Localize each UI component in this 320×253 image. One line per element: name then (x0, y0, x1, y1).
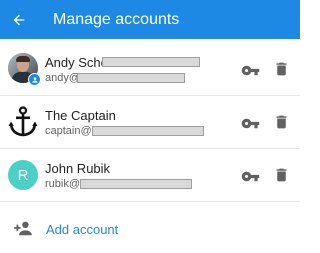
delete-button[interactable] (272, 165, 290, 185)
app-bar: Manage accounts (0, 0, 300, 39)
trash-icon (276, 62, 286, 76)
add-person-icon (14, 221, 32, 236)
key-icon (241, 65, 259, 75)
account-email: captain@ (45, 125, 92, 137)
account-row-captain[interactable]: The Captain captain@ (0, 96, 300, 149)
redacted-email (80, 179, 192, 189)
arrow-left-icon (13, 14, 25, 25)
account-name: John Rubik (45, 161, 111, 176)
page-title: Manage accounts (53, 10, 180, 28)
key-button[interactable] (240, 60, 260, 80)
back-button[interactable] (0, 0, 38, 39)
account-email: andy@ (45, 72, 81, 84)
account-email: rubik@ (45, 178, 81, 190)
redacted-email (77, 73, 185, 83)
account-name: The Captain (45, 108, 116, 123)
delete-button[interactable] (272, 112, 290, 132)
trash-icon (276, 115, 286, 129)
person-badge-icon (28, 73, 41, 86)
account-row-andy[interactable]: Andy Scher andy@ (0, 43, 300, 96)
avatar (8, 106, 38, 138)
avatar (8, 53, 41, 86)
anchor-icon (8, 106, 38, 137)
trash-icon (276, 168, 286, 182)
account-row-rubik[interactable]: R John Rubik rubik@ (0, 149, 300, 202)
delete-button[interactable] (272, 59, 290, 79)
key-icon (241, 171, 259, 181)
add-account-label: Add account (46, 222, 119, 237)
add-account-button[interactable]: Add account (0, 212, 300, 248)
key-button[interactable] (240, 166, 260, 186)
key-icon (241, 118, 259, 128)
redacted-email (92, 126, 204, 136)
redacted-name (102, 57, 200, 67)
key-button[interactable] (240, 113, 260, 133)
avatar: R (8, 160, 38, 190)
